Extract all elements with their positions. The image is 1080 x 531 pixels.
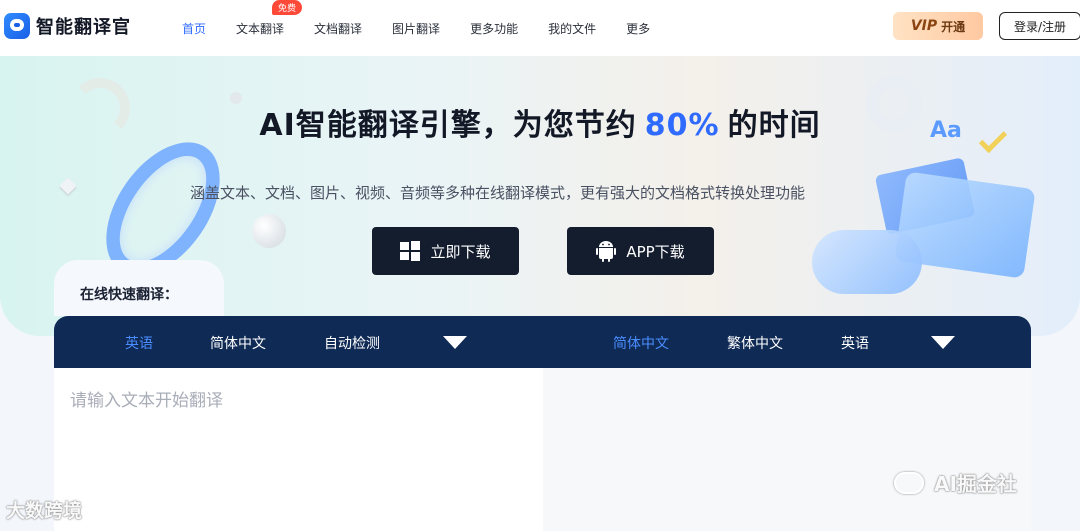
nav-text-translate[interactable]: 文本翻译 免费: [236, 0, 303, 37]
nav-image-translate[interactable]: 图片翻译: [392, 20, 440, 37]
windows-download-label: 立即下载: [430, 242, 491, 261]
login-register-button[interactable]: 登录/注册: [999, 12, 1080, 40]
decorative-ball-icon: [252, 214, 286, 248]
android-icon: [596, 241, 617, 262]
wechat-icon: [894, 471, 924, 494]
vip-open-button[interactable]: VIP 开通: [893, 12, 983, 40]
hero-title-pre: AI智能翻译引擎，为您节约: [259, 108, 637, 143]
nav-home[interactable]: 首页: [182, 20, 206, 37]
windows-download-button[interactable]: 立即下载: [372, 227, 519, 275]
hero-subtitle: 涵盖文本、文档、图片、视频、音频等多种在线翻译模式，更有强大的文档格式转换处理功…: [190, 184, 806, 202]
hero-title-percent: 80%: [644, 108, 720, 143]
source-lang-simplified-chinese[interactable]: 简体中文: [210, 333, 266, 353]
watermark-left: 大数跨境: [6, 500, 83, 522]
nav-my-files[interactable]: 我的文件: [548, 20, 596, 37]
decorative-cube-icon: [59, 177, 77, 195]
nav-document-translate[interactable]: 文档翻译: [314, 20, 362, 37]
top-header: 智能翻译官 首页 文本翻译 免费 文档翻译 图片翻译 更多功能 我的文件 更多 …: [0, 0, 1080, 56]
translator-logo-icon: [4, 13, 30, 39]
nav-text-translate-label: 文本翻译: [236, 21, 285, 36]
main-nav: 首页 文本翻译 免费 文档翻译 图片翻译 更多功能 我的文件 更多: [182, 0, 680, 56]
target-lang-english[interactable]: 英语: [841, 333, 869, 353]
source-lang-dropdown-icon[interactable]: [443, 336, 467, 349]
free-badge: 免费: [272, 0, 303, 15]
language-bar: 英语 简体中文 自动检测 简体中文 繁体中文 英语: [54, 316, 1031, 368]
hero-title: AI智能翻译引擎，为您节约 80% 的时间: [0, 100, 1080, 144]
target-lang-traditional-chinese[interactable]: 繁体中文: [727, 333, 783, 353]
source-text-input[interactable]: [54, 368, 543, 531]
online-quick-translate-tab[interactable]: 在线快速翻译：: [54, 260, 224, 316]
translation-output: [543, 368, 1031, 531]
nav-more[interactable]: 更多: [626, 20, 650, 37]
nav-more-features[interactable]: 更多功能: [470, 20, 518, 37]
target-lang-simplified-chinese[interactable]: 简体中文: [613, 333, 669, 353]
target-lang-dropdown-icon[interactable]: [931, 336, 955, 349]
vip-label: 开通: [941, 19, 966, 34]
brand-logo[interactable]: 智能翻译官: [4, 13, 131, 39]
source-lang-auto-detect[interactable]: 自动检测: [324, 333, 380, 353]
app-download-label: APP下载: [626, 242, 685, 261]
translator-panel: 英语 简体中文 自动检测 简体中文 繁体中文 英语: [54, 316, 1031, 531]
source-lang-english[interactable]: 英语: [125, 333, 153, 353]
watermark-right: AI掘金社: [894, 468, 1017, 497]
cloud-icon: [812, 230, 922, 294]
watermark-right-text: AI掘金社: [934, 472, 1017, 496]
hero-title-post: 的时间: [727, 108, 821, 143]
quick-translate-label: 在线快速翻译：: [80, 287, 178, 303]
brand-name: 智能翻译官: [36, 17, 131, 38]
vip-mark: VIP: [910, 18, 938, 34]
windows-icon: [400, 241, 421, 261]
app-download-button[interactable]: APP下载: [567, 227, 714, 275]
